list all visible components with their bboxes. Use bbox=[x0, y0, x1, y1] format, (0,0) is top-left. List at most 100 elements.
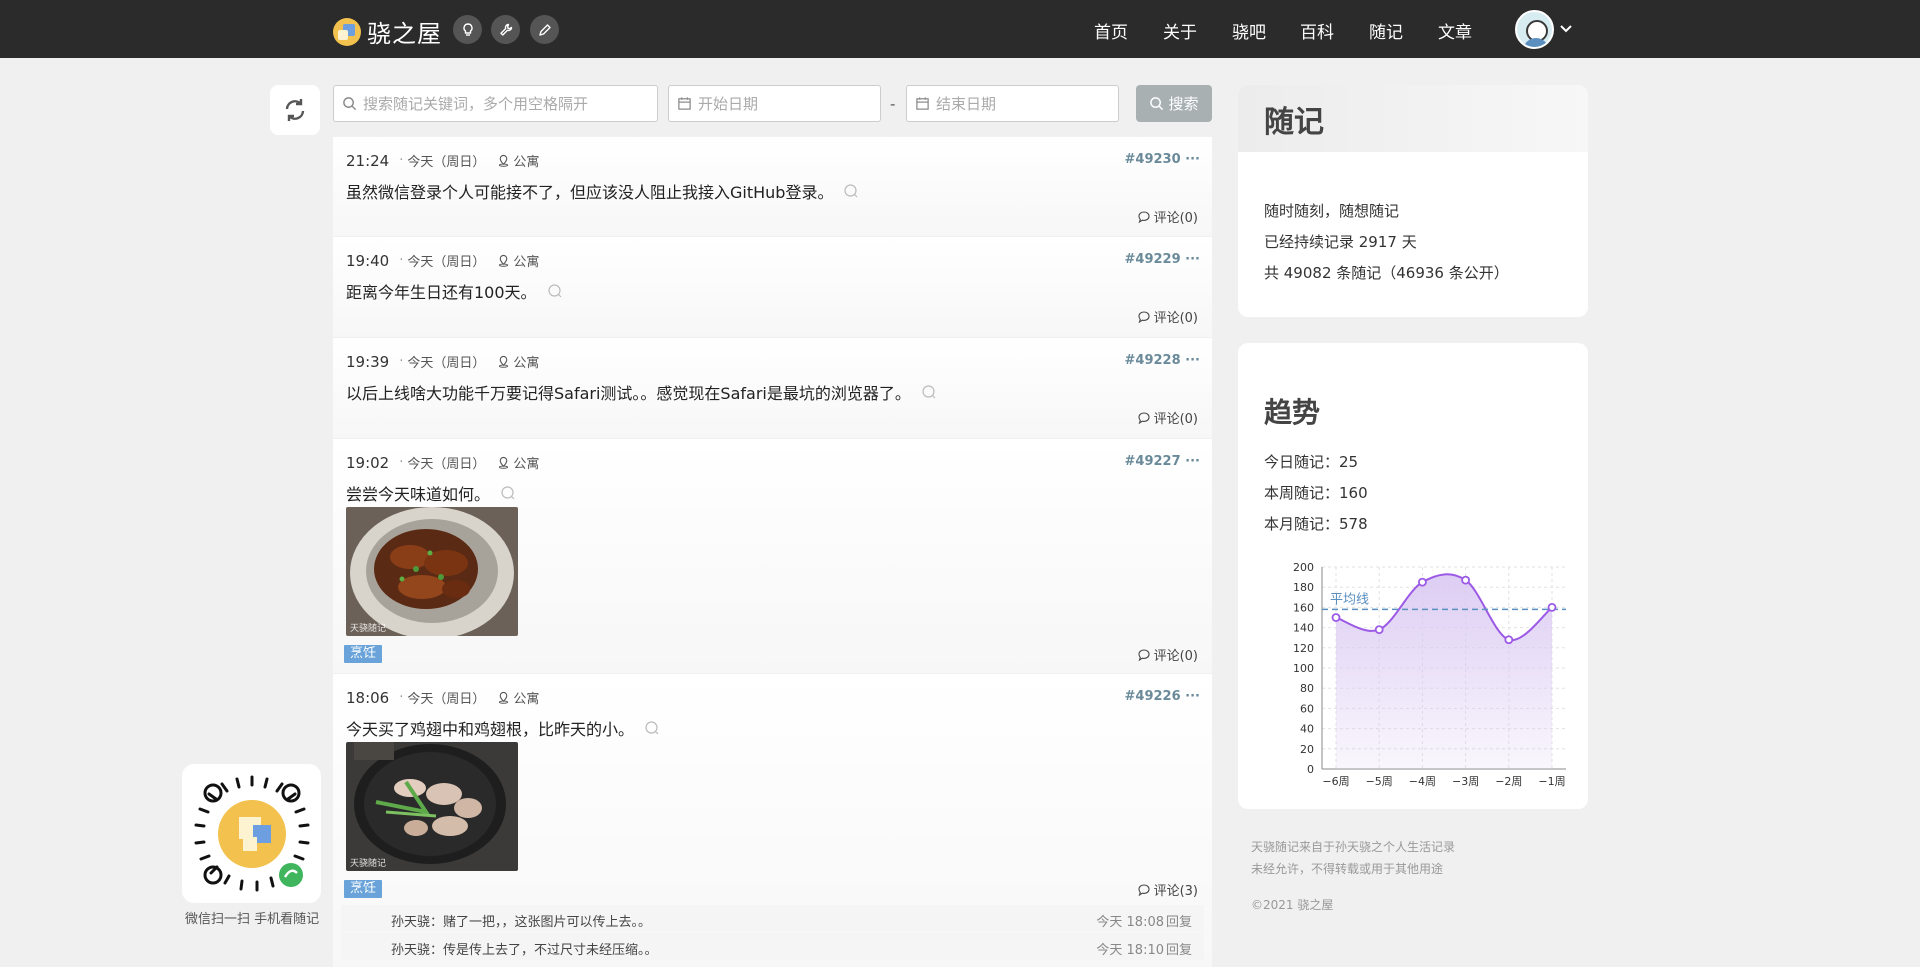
more-icon[interactable]: ··· bbox=[1185, 353, 1200, 368]
trend-line: 本月随记：578 bbox=[1264, 515, 1368, 533]
date-range-separator: - bbox=[890, 95, 896, 113]
comment-count: 评论(3) bbox=[1153, 884, 1198, 899]
search-button[interactable]: 搜索 bbox=[1136, 85, 1212, 122]
keyword-search-field[interactable] bbox=[333, 85, 658, 122]
comment-link[interactable]: 评论(0) bbox=[1137, 307, 1198, 326]
reply-button[interactable]: 回复 bbox=[1166, 911, 1192, 930]
y-tick-label: 140 bbox=[1293, 622, 1314, 635]
comment-link[interactable]: 评论(0) bbox=[1137, 408, 1198, 427]
y-tick-label: 20 bbox=[1300, 743, 1314, 756]
search-button-label: 搜索 bbox=[1168, 95, 1199, 113]
comment-bubble-icon[interactable] bbox=[843, 183, 859, 199]
note-id-text: #49226 bbox=[1124, 689, 1181, 704]
note-location-label: 公寓 bbox=[513, 692, 540, 707]
note-text-row: 距离今年生日还有100天。 bbox=[346, 279, 563, 303]
note-photo[interactable]: 天骁随记 bbox=[346, 742, 518, 871]
data-point bbox=[1417, 577, 1427, 587]
meta-dot: · bbox=[399, 690, 404, 705]
data-point bbox=[1461, 575, 1471, 585]
comment-bubble-icon[interactable] bbox=[644, 720, 660, 736]
reply-button[interactable]: 回复 bbox=[1166, 939, 1192, 958]
location-icon bbox=[499, 154, 509, 167]
y-tick-label: 200 bbox=[1293, 561, 1314, 574]
user-avatar[interactable] bbox=[1515, 10, 1554, 49]
note-time: 19:40 bbox=[346, 251, 390, 270]
note-meta: 19:40 · 今天（周日） 公寓 bbox=[346, 251, 539, 271]
meta-dot: · bbox=[399, 253, 404, 268]
trend-line: 本周随记：160 bbox=[1264, 484, 1368, 502]
keyword-search-input[interactable] bbox=[363, 94, 657, 113]
comment-link[interactable]: 评论(0) bbox=[1137, 645, 1198, 664]
note-location: 公寓 bbox=[497, 688, 539, 707]
logo-icon bbox=[333, 17, 361, 46]
comment-bubble-icon[interactable] bbox=[547, 283, 563, 299]
note-entry: 21:24 · 今天（周日） 公寓 #49230 ··· 虽然微信登录个人可能接… bbox=[333, 137, 1212, 236]
reply-text: 孙天骁：传是传上去了，不过尺寸未经压缩。。 bbox=[391, 943, 658, 958]
more-icon[interactable]: ··· bbox=[1185, 152, 1200, 167]
trend-line: 今日随记：25 bbox=[1264, 453, 1359, 471]
note-entry: 18:06 · 今天（周日） 公寓 #49226 ··· 今天买了鸡翅中和鸡翅根… bbox=[333, 674, 1212, 967]
comment-bubble-icon[interactable] bbox=[500, 485, 516, 501]
note-time: 21:24 bbox=[346, 151, 390, 170]
chevron-down-icon[interactable] bbox=[1558, 20, 1574, 36]
y-tick-label: 180 bbox=[1293, 581, 1314, 594]
more-icon[interactable]: ··· bbox=[1185, 689, 1200, 704]
note-id[interactable]: #49226 ··· bbox=[1125, 689, 1200, 704]
note-id-text: #49230 bbox=[1124, 152, 1181, 167]
pencil-icon bbox=[538, 23, 551, 36]
note-text-row: 尝尝今天味道如何。 bbox=[346, 481, 516, 505]
site-logo[interactable]: 骁之屋 bbox=[333, 14, 442, 49]
start-date-input[interactable] bbox=[698, 94, 880, 113]
comment-icon bbox=[1138, 411, 1150, 424]
end-date-field[interactable] bbox=[906, 85, 1119, 122]
y-tick-label: 60 bbox=[1300, 702, 1314, 715]
y-tick-label: 40 bbox=[1300, 723, 1314, 736]
refresh-button[interactable] bbox=[270, 85, 320, 135]
trend-card: 趋势 今日随记：25 本周随记：160 本月随记：578 0 20 40 60 80 10… bbox=[1238, 343, 1588, 809]
meta-dot: · bbox=[399, 354, 404, 369]
location-icon bbox=[499, 456, 509, 469]
note-location: 公寓 bbox=[497, 352, 539, 371]
note-id[interactable]: #49229 ··· bbox=[1125, 252, 1200, 267]
nav-articles[interactable]: 文章 bbox=[1438, 18, 1472, 43]
note-entry: 19:40 · 今天（周日） 公寓 #49229 ··· 距离今年生日还有100… bbox=[333, 237, 1212, 337]
note-photo[interactable]: 天骁随记 bbox=[346, 507, 518, 636]
more-icon[interactable]: ··· bbox=[1185, 454, 1200, 469]
lightbulb-button[interactable] bbox=[453, 15, 482, 44]
x-tick-label: −3周 bbox=[1452, 775, 1479, 788]
comment-link[interactable]: 评论(0) bbox=[1137, 207, 1198, 226]
note-meta: 18:06 · 今天（周日） 公寓 bbox=[346, 688, 539, 708]
comment-count: 评论(0) bbox=[1153, 412, 1198, 427]
data-point bbox=[1374, 625, 1384, 635]
note-id-text: #49227 bbox=[1124, 454, 1181, 469]
search-icon bbox=[343, 97, 357, 111]
nav-notes[interactable]: 随记 bbox=[1369, 18, 1403, 43]
mini-program-qr bbox=[182, 764, 321, 903]
note-id[interactable]: #49227 ··· bbox=[1125, 454, 1200, 469]
nav-forum[interactable]: 骁吧 bbox=[1232, 18, 1266, 43]
pencil-button[interactable] bbox=[530, 15, 559, 44]
note-id[interactable]: #49228 ··· bbox=[1125, 353, 1200, 368]
x-tick-label: −1周 bbox=[1538, 775, 1565, 788]
note-tag[interactable]: 烹饪 bbox=[344, 880, 383, 898]
footer-line: 天骁随记来自于孙天骁之个人生活记录 bbox=[1251, 840, 1456, 854]
start-date-field[interactable] bbox=[668, 85, 881, 122]
note-text-row: 今天买了鸡翅中和鸡翅根，比昨天的小。 bbox=[346, 716, 660, 740]
wrench-button[interactable] bbox=[491, 15, 520, 44]
nav-wiki[interactable]: 百科 bbox=[1300, 18, 1334, 43]
note-tag[interactable]: 烹饪 bbox=[344, 645, 383, 663]
comment-reply: 孙天骁：赌了一把，，这张图片可以传上去。。 今天 18:08 回复 bbox=[341, 905, 1204, 932]
note-id[interactable]: #49230 ··· bbox=[1125, 152, 1200, 167]
comment-bubble-icon[interactable] bbox=[921, 384, 937, 400]
reply-time: 今天 18:08 bbox=[1096, 915, 1164, 930]
nav-home[interactable]: 首页 bbox=[1094, 18, 1128, 43]
footer-copyright: ©2021 骁之屋 bbox=[1251, 898, 1334, 912]
x-tick-label: −2周 bbox=[1495, 775, 1522, 788]
about-line: 随时随刻，随想随记 bbox=[1264, 202, 1400, 220]
comment-icon bbox=[1138, 883, 1150, 896]
end-date-input[interactable] bbox=[936, 94, 1118, 113]
nav-about[interactable]: 关于 bbox=[1163, 18, 1197, 43]
about-line: 已经持续记录 2917 天 bbox=[1264, 233, 1417, 251]
more-icon[interactable]: ··· bbox=[1185, 252, 1200, 267]
comment-link[interactable]: 评论(3) bbox=[1137, 880, 1198, 899]
